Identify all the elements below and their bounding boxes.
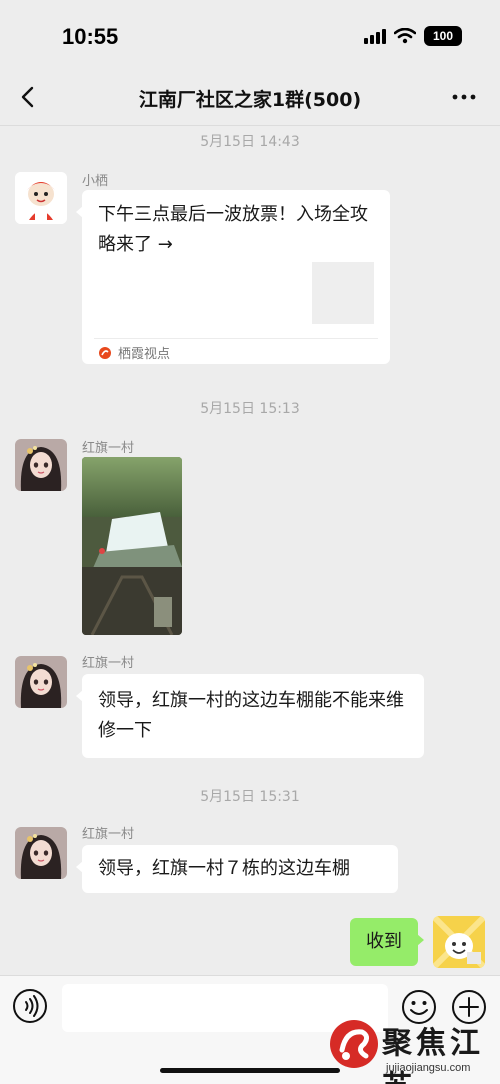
voice-icon[interactable] bbox=[12, 988, 48, 1024]
card-source: 栖霞视点 bbox=[98, 343, 170, 362]
home-indicator bbox=[160, 1068, 340, 1073]
watermark: 聚焦江苏 jujiaojiangsu.com bbox=[322, 1010, 500, 1084]
timestamp: 5月15日 15:13 bbox=[200, 401, 300, 417]
divider bbox=[94, 338, 378, 339]
message-bubble[interactable]: 领导，红旗一村的这边车棚能不能来维修一下 bbox=[76, 674, 424, 758]
timestamp: 5月15日 15:31 bbox=[200, 789, 300, 805]
avatar[interactable] bbox=[15, 439, 67, 491]
watermark-title: 聚焦江苏 bbox=[382, 1026, 484, 1084]
source-logo-icon bbox=[99, 346, 111, 359]
sender-name: 红旗一村 bbox=[82, 441, 135, 456]
timestamp: 5月15日 14:43 bbox=[200, 134, 300, 150]
card-thumbnail bbox=[312, 262, 374, 324]
sender-name: 红旗一村 bbox=[82, 656, 135, 671]
page-title: 江南厂社区之家1群(500) bbox=[138, 89, 362, 111]
wifi-icon bbox=[394, 28, 416, 44]
girl-avatar-icon bbox=[15, 827, 67, 879]
avatar[interactable] bbox=[15, 172, 67, 224]
girl-avatar-icon bbox=[15, 439, 67, 491]
cartoon-avatar-icon bbox=[433, 916, 485, 968]
chat-photo[interactable] bbox=[82, 457, 182, 635]
girl-avatar-icon bbox=[15, 656, 67, 708]
card-title: 下午三点最后一波放票！入场全攻略来了 → bbox=[98, 204, 368, 255]
self-avatar[interactable] bbox=[433, 916, 485, 968]
watermark-logo-icon bbox=[330, 1020, 378, 1068]
avatar[interactable] bbox=[15, 827, 67, 879]
sender-name: 红旗一村 bbox=[82, 827, 135, 842]
watermark-url: jujiaojiangsu.com bbox=[386, 1062, 471, 1074]
ellipsis-icon[interactable] bbox=[450, 86, 478, 108]
nav-bar: 江南厂社区之家1群(500) bbox=[0, 70, 500, 126]
link-card[interactable]: 下午三点最后一波放票！入场全攻略来了 → 栖霞视点 bbox=[76, 190, 390, 364]
status-bar: 10:55 100 bbox=[0, 0, 500, 70]
signal-icon bbox=[364, 28, 386, 44]
mascot-avatar-icon bbox=[15, 172, 67, 224]
battery-icon: 100 bbox=[424, 26, 462, 46]
status-icons: 100 bbox=[364, 26, 462, 46]
message-bubble[interactable]: 领导，红旗一村７栋的这边车棚 bbox=[76, 845, 398, 893]
avatar[interactable] bbox=[15, 656, 67, 708]
bike-shed-photo bbox=[82, 457, 182, 635]
self-message-bubble[interactable]: 收到 bbox=[350, 918, 424, 966]
card-source-label: 栖霞视点 bbox=[118, 347, 171, 362]
sender-name: 小栖 bbox=[82, 174, 109, 189]
status-time: 10:55 bbox=[62, 24, 119, 49]
